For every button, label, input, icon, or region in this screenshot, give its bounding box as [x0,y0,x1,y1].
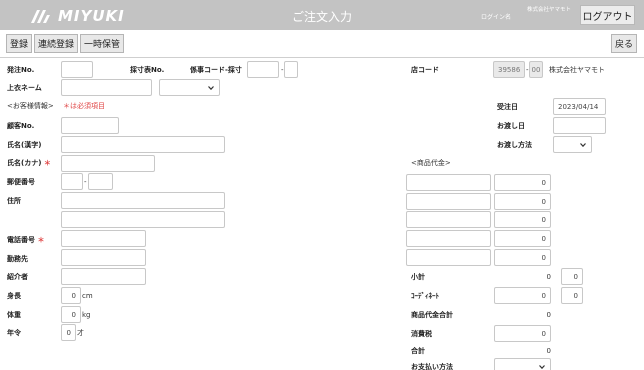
temp-save-button[interactable]: 一時保管 [80,34,124,53]
name-kanji-label: 氏名(漢字) [7,141,42,149]
subtotal-label: 小計 [411,273,425,281]
total-label: 合計 [411,347,425,355]
toolbar-divider [0,57,644,58]
coordinate-price-input[interactable]: 0 [494,287,551,304]
tax-label: 消費税 [411,330,432,338]
postal-code-1-input[interactable] [61,173,83,190]
login-company-name: 株式会社ヤマモト [526,7,571,13]
weight-label: 体重 [7,311,21,319]
outer-name-input[interactable] [61,79,152,96]
address-label: 住所 [7,197,21,205]
login-name-label: ログイン名 [481,14,512,21]
address-2-input[interactable] [61,211,225,228]
customer-no-label: 顧客No. [7,122,35,130]
subtotal-qty-input[interactable]: 0 [561,268,583,285]
product-price-input[interactable]: 0 [494,230,551,247]
height-label: 身長 [7,292,21,300]
name-kana-label: 氏名(カナ) ＊ [7,159,51,167]
order-no-input[interactable] [61,61,93,78]
store-code-label: 店コード [411,66,439,74]
chevron-down-icon [539,364,545,369]
payment-method-label: お支払い方法 [411,363,453,370]
product-name-input[interactable] [406,230,491,247]
address-1-input[interactable] [61,192,225,209]
referrer-input[interactable] [61,268,146,285]
postal-hyphen: - [84,178,87,186]
outer-name-select[interactable] [159,79,220,96]
back-button[interactable]: 戻る [611,34,637,53]
staff-code-input[interactable] [247,61,279,78]
continuous-register-button[interactable]: 連続登録 [34,34,78,53]
delivery-date-label: お渡し日 [497,122,525,130]
store-branch-field: 00 [529,61,543,78]
store-name: 株式会社ヤマモト [549,66,605,74]
product-price-input[interactable]: 0 [494,174,551,191]
product-price-input[interactable]: 0 [494,193,551,210]
outer-name-label: 上衣ネーム [7,84,42,92]
register-button[interactable]: 登録 [6,34,32,53]
store-code-field: 39586 [493,61,525,78]
name-kanji-input[interactable] [61,136,225,153]
order-date-label: 受注日 [497,103,518,111]
staff-code-label: 係事コード-採寸 [190,66,242,74]
subtotal-value: 0 [546,273,551,281]
app-header: MIYUKI ご注文入力 ログイン名 株式会社ヤマモト ログアウト [0,0,644,30]
product-price-input[interactable]: 0 [494,211,551,228]
customer-section-label: <お客様情報> [7,102,54,110]
tax-input[interactable]: 0 [494,325,551,342]
name-kana-input[interactable] [61,155,155,172]
age-input[interactable]: 0 [61,324,76,341]
order-no-label: 発注No. [7,66,35,74]
product-name-input[interactable] [406,174,491,191]
payment-method-select[interactable] [494,358,551,370]
product-name-input[interactable] [406,249,491,266]
required-note: ＊は必須項目 [63,102,105,110]
phone-input[interactable] [61,230,146,247]
total-value: 0 [546,347,551,355]
delivery-method-label: お渡し方法 [497,141,532,149]
customer-no-input[interactable] [61,117,119,134]
chevron-down-icon [580,142,586,147]
weight-unit: kg [82,311,91,319]
height-input[interactable]: 0 [61,287,81,304]
required-mark: ＊ [43,159,51,167]
product-name-input[interactable] [406,211,491,228]
product-price-input[interactable]: 0 [494,249,551,266]
chevron-down-icon [208,85,214,90]
staff-code-sub-input[interactable] [284,61,298,78]
price-section-label: <商品代金> [411,159,451,167]
coordinate-label: ｺｰﾃﾞｨﾈｰﾄ [411,292,439,300]
product-name-input[interactable] [406,193,491,210]
phone-label: 電話番号 ＊ [7,236,45,244]
weight-input[interactable]: 0 [61,306,81,323]
goods-total-label: 商品代金合計 [411,311,453,319]
coordinate-qty-input[interactable]: 0 [561,287,583,304]
workplace-label: 勤務先 [7,255,28,263]
delivery-method-select[interactable] [553,136,592,153]
order-date-input[interactable]: 2023/04/14 [553,98,606,115]
workplace-input[interactable] [61,249,146,266]
required-mark: ＊ [37,236,45,244]
age-unit: 才 [77,329,84,337]
goods-total-value: 0 [546,311,551,319]
logout-button[interactable]: ログアウト [580,5,635,25]
postal-code-2-input[interactable] [88,173,113,190]
age-label: 年令 [7,329,21,337]
height-unit: cm [82,292,93,300]
postal-label: 郵便番号 [7,178,35,186]
sunpo-no-label: 採寸表No. [130,66,165,74]
delivery-date-input[interactable] [553,117,606,134]
referrer-label: 紹介者 [7,273,28,281]
